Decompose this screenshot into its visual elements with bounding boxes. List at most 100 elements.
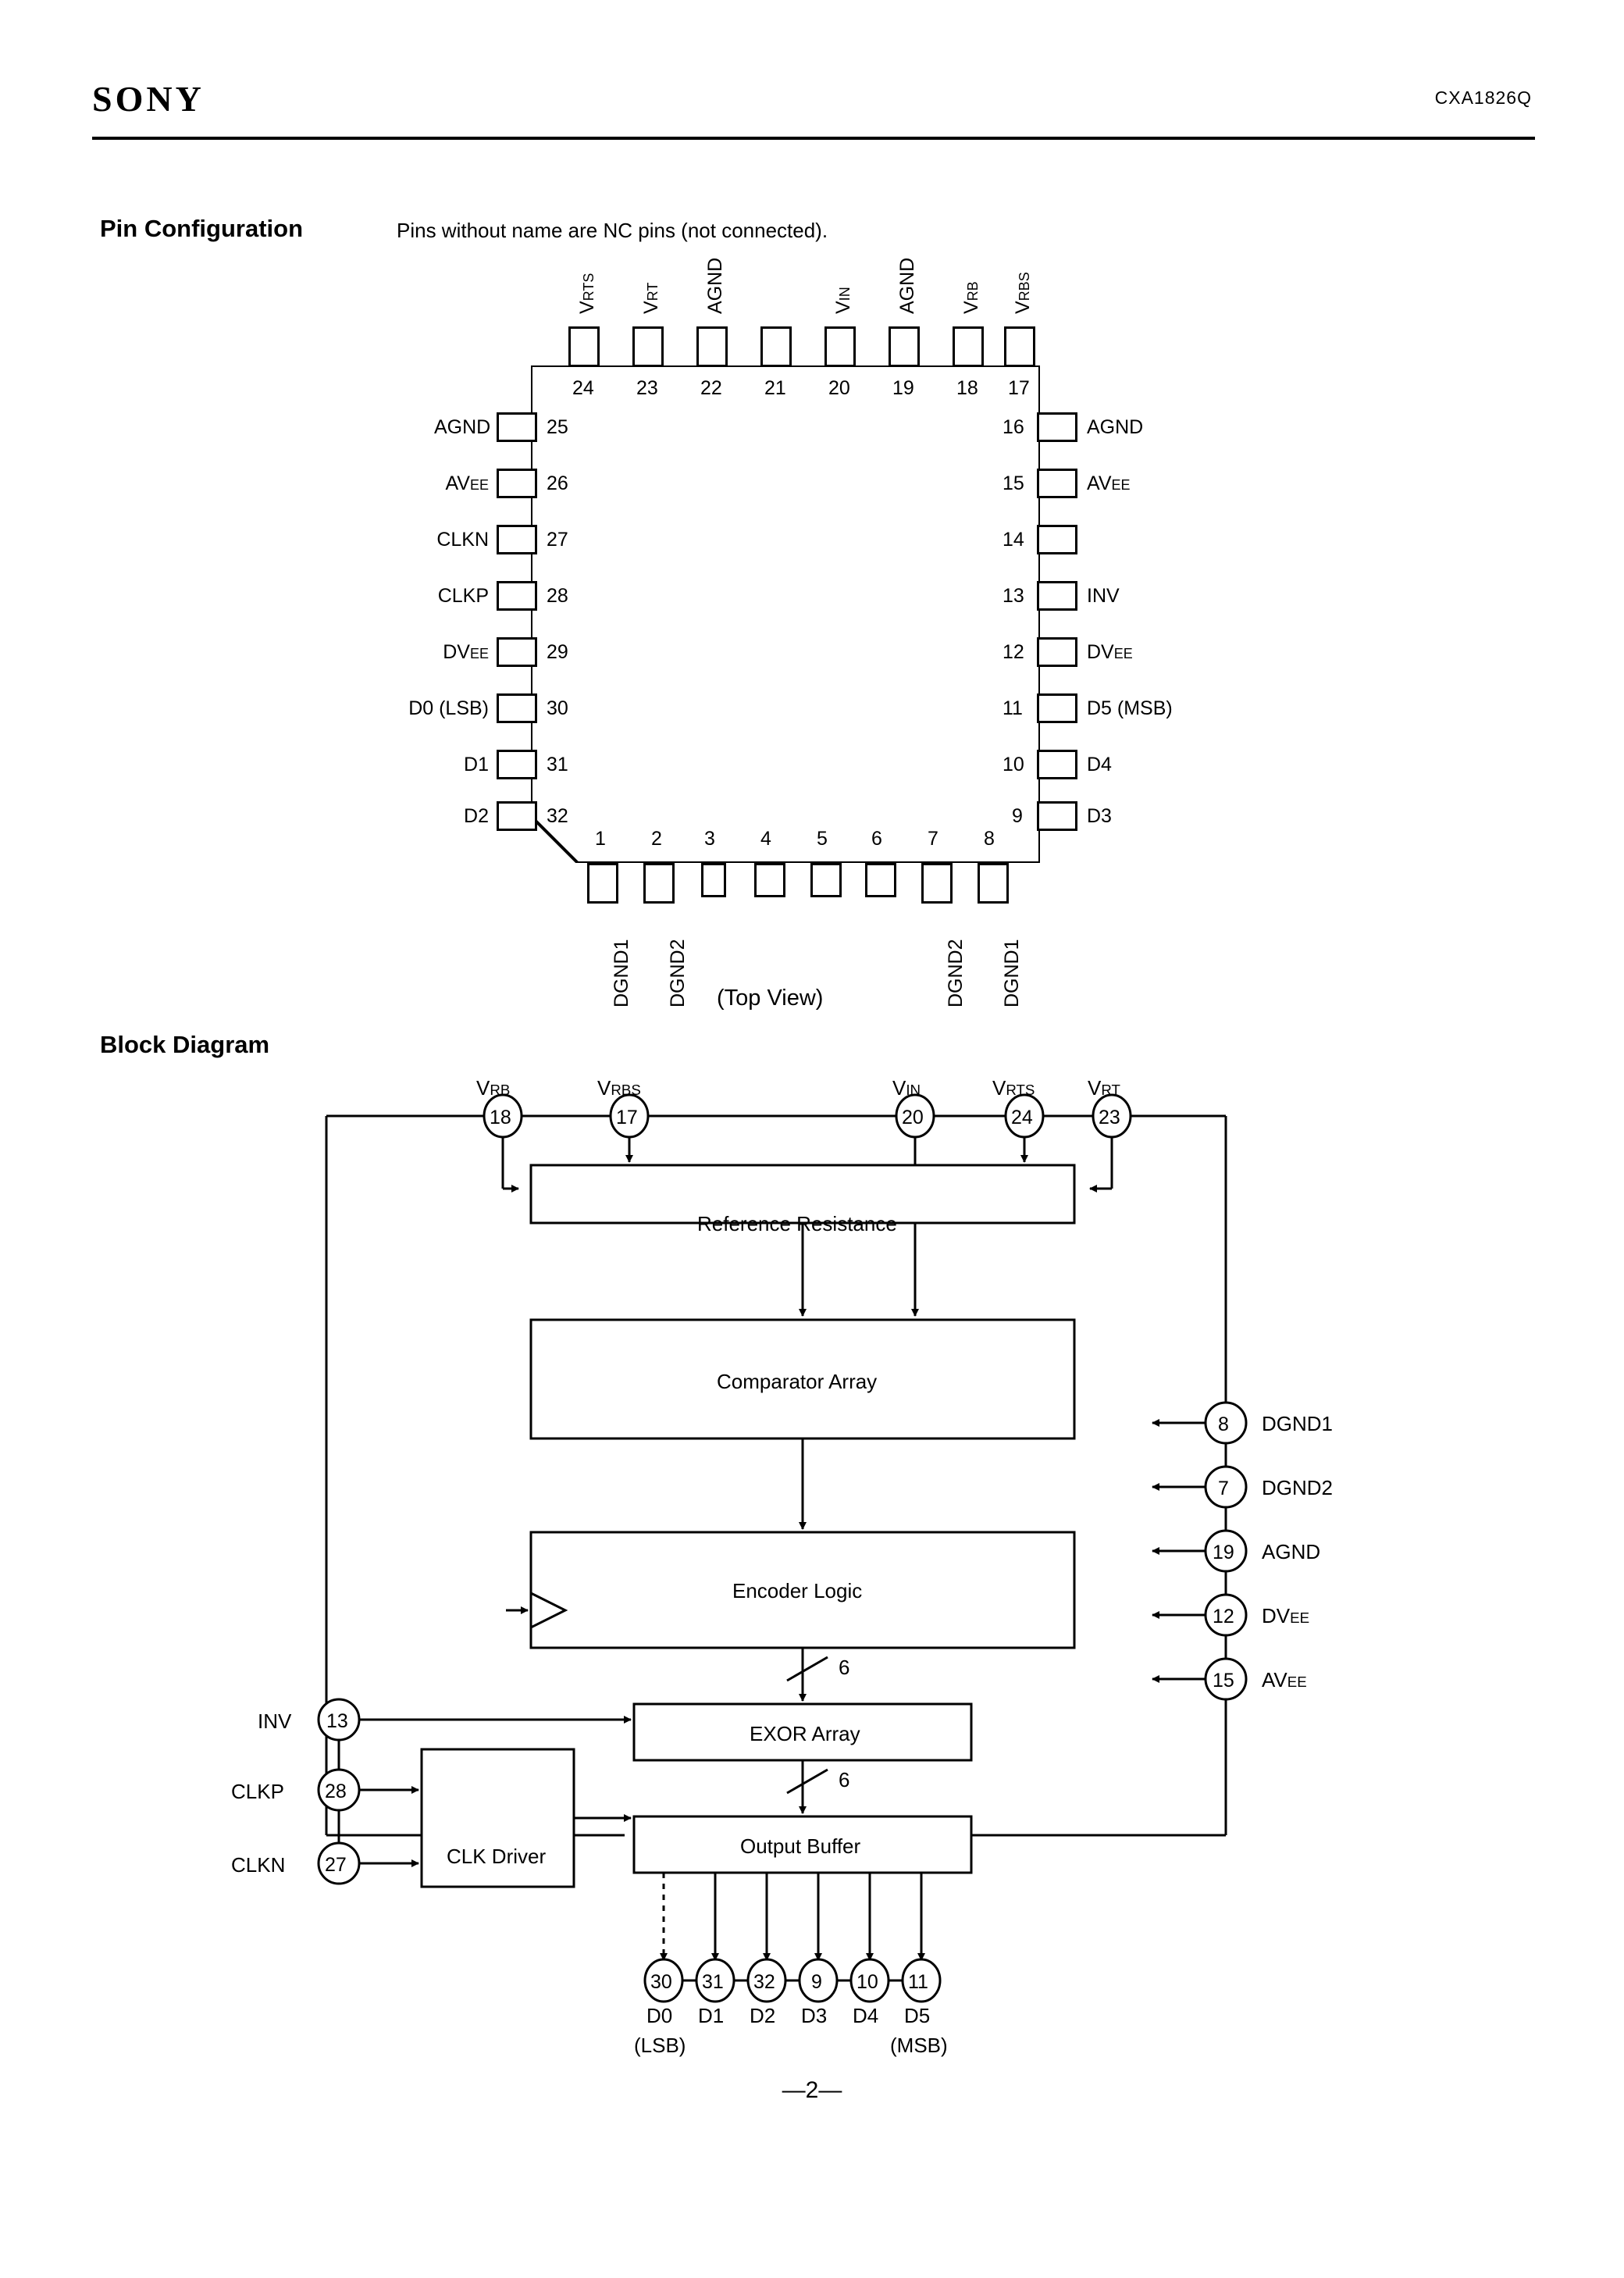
pin-pad-26 [497, 469, 537, 498]
bd-pin-label-11: D5 [904, 2004, 931, 2027]
bd-pin-label-27: CLKN [231, 1853, 286, 1877]
pin-label-11: D5 (MSB) [1087, 697, 1173, 719]
bd-pin-label-9: D3 [801, 2004, 828, 2027]
pin-label-15: AVEE [1087, 472, 1131, 494]
pin-number-22: 22 [700, 377, 722, 399]
bd-pin-number-10: 10 [857, 1971, 878, 1993]
pin-pad-4 [754, 863, 785, 897]
block-label-reference-resistance: Reference Resistance [697, 1212, 897, 1235]
pin-configuration-title: Pin Configuration [100, 215, 304, 242]
pin-pad-1 [587, 863, 618, 904]
pin-label-8: DGND1 [1001, 939, 1023, 1007]
bd-pin-number-31: 31 [702, 1971, 724, 1993]
pin-pad-20 [824, 326, 856, 367]
pin-label-7: DGND2 [945, 939, 967, 1007]
bd-pin-label-24: VRTS [992, 1076, 1035, 1100]
bd-pin-number-24: 24 [1011, 1107, 1033, 1128]
pin-number-7: 7 [928, 828, 938, 850]
pin-label-31: D1 [464, 754, 489, 775]
pin-number-27: 27 [547, 529, 568, 551]
pin-number-24: 24 [572, 377, 594, 399]
page-number: —2— [782, 2077, 842, 2103]
block-label-clk-driver: CLK Driver [447, 1845, 547, 1868]
pin-pad-14 [1037, 525, 1077, 554]
pin-label-28: CLKP [437, 585, 489, 607]
pin-number-16: 16 [1003, 416, 1024, 438]
pin-pad-7 [921, 863, 953, 904]
pin-pad-11 [1037, 693, 1077, 723]
bd-pin-label-19: AGND [1262, 1540, 1321, 1563]
pin-number-32: 32 [547, 805, 568, 827]
pin-pad-19 [889, 326, 920, 367]
pin-number-19: 19 [892, 377, 914, 399]
bd-pin-number-7: 7 [1218, 1478, 1229, 1499]
bd-pin-label-18: VRB [476, 1076, 511, 1100]
bd-pin-label-17: VRBS [597, 1076, 641, 1100]
pin-label-13: INV [1087, 585, 1120, 607]
bd-pin-number-23: 23 [1099, 1107, 1120, 1128]
bd-pin-label-32: D2 [750, 2004, 776, 2027]
bd-pin-label-12: DVEE [1262, 1604, 1310, 1627]
bd-pin-number-12: 12 [1213, 1606, 1234, 1627]
bus-width-encoder-exor: 6 [839, 1656, 850, 1679]
pin-number-29: 29 [547, 641, 568, 663]
pin-label-22: AGND [704, 257, 726, 314]
pin-label-10: D4 [1087, 754, 1112, 775]
pin-label-25: AGND [434, 416, 491, 438]
pin-number-31: 31 [547, 754, 568, 775]
pin-label-12: DVEE [1087, 641, 1133, 663]
pin-pad-23 [632, 326, 664, 367]
pin-label-32: D2 [464, 805, 489, 827]
pin-number-9: 9 [1012, 805, 1023, 827]
pin-number-20: 20 [828, 377, 850, 399]
bd-pin-number-9: 9 [811, 1971, 822, 1993]
pin-pad-31 [497, 750, 537, 779]
pin-pad-3 [701, 863, 726, 897]
bd-pin-number-19: 19 [1213, 1542, 1234, 1563]
pin-label-1: DGND1 [611, 939, 632, 1007]
pin-pad-24 [568, 326, 600, 367]
pin-label-24: VRTS [576, 273, 598, 314]
pin-pad-10 [1037, 750, 1077, 779]
bus-width-exor-output: 6 [839, 1768, 850, 1791]
bd-pin-label-23: VRT [1088, 1076, 1120, 1100]
bd-pin-label-7: DGND2 [1262, 1476, 1334, 1499]
bd-pin-qualifier-11: (MSB) [890, 2034, 948, 2057]
pin-number-15: 15 [1003, 472, 1024, 494]
pin-number-8: 8 [984, 828, 995, 850]
pin-pad-21 [760, 326, 792, 367]
pin-number-2: 2 [651, 828, 662, 850]
pin-number-28: 28 [547, 585, 568, 607]
bd-pin-label-10: D4 [853, 2004, 879, 2027]
pin-pad-28 [497, 581, 537, 611]
pin-label-30: D0 (LSB) [408, 697, 489, 719]
block-label-encoder-logic: Encoder Logic [732, 1579, 863, 1602]
pin-pad-13 [1037, 581, 1077, 611]
pin-number-13: 13 [1003, 585, 1024, 607]
bd-pin-label-30: D0 [646, 2004, 673, 2027]
bd-pin-number-15: 15 [1213, 1670, 1234, 1692]
bd-pin-number-28: 28 [325, 1781, 347, 1802]
pin-pad-25 [497, 412, 537, 442]
pin-pad-15 [1037, 469, 1077, 498]
pin-pad-22 [696, 326, 728, 367]
bd-pin-label-28: CLKP [231, 1780, 284, 1803]
bd-pin-number-13: 13 [326, 1710, 348, 1732]
pin-pad-29 [497, 637, 537, 667]
pin-label-9: D3 [1087, 805, 1112, 827]
pin-pad-8 [978, 863, 1009, 904]
pin-number-11: 11 [1003, 697, 1023, 719]
bd-pin-number-17: 17 [616, 1107, 638, 1128]
bd-pin-number-18: 18 [490, 1107, 511, 1128]
package-outline [531, 365, 1040, 863]
bd-pin-number-32: 32 [753, 1971, 775, 1993]
pin-pad-17 [1004, 326, 1035, 367]
pin-number-17: 17 [1008, 377, 1030, 399]
pin-pad-9 [1037, 801, 1077, 831]
pin-number-30: 30 [547, 697, 568, 719]
pin-configuration-note: Pins without name are NC pins (not conne… [397, 219, 828, 242]
pin-label-16: AGND [1087, 416, 1144, 438]
pin-number-23: 23 [636, 377, 658, 399]
pin-number-3: 3 [704, 828, 715, 850]
pin-number-21: 21 [764, 377, 786, 399]
